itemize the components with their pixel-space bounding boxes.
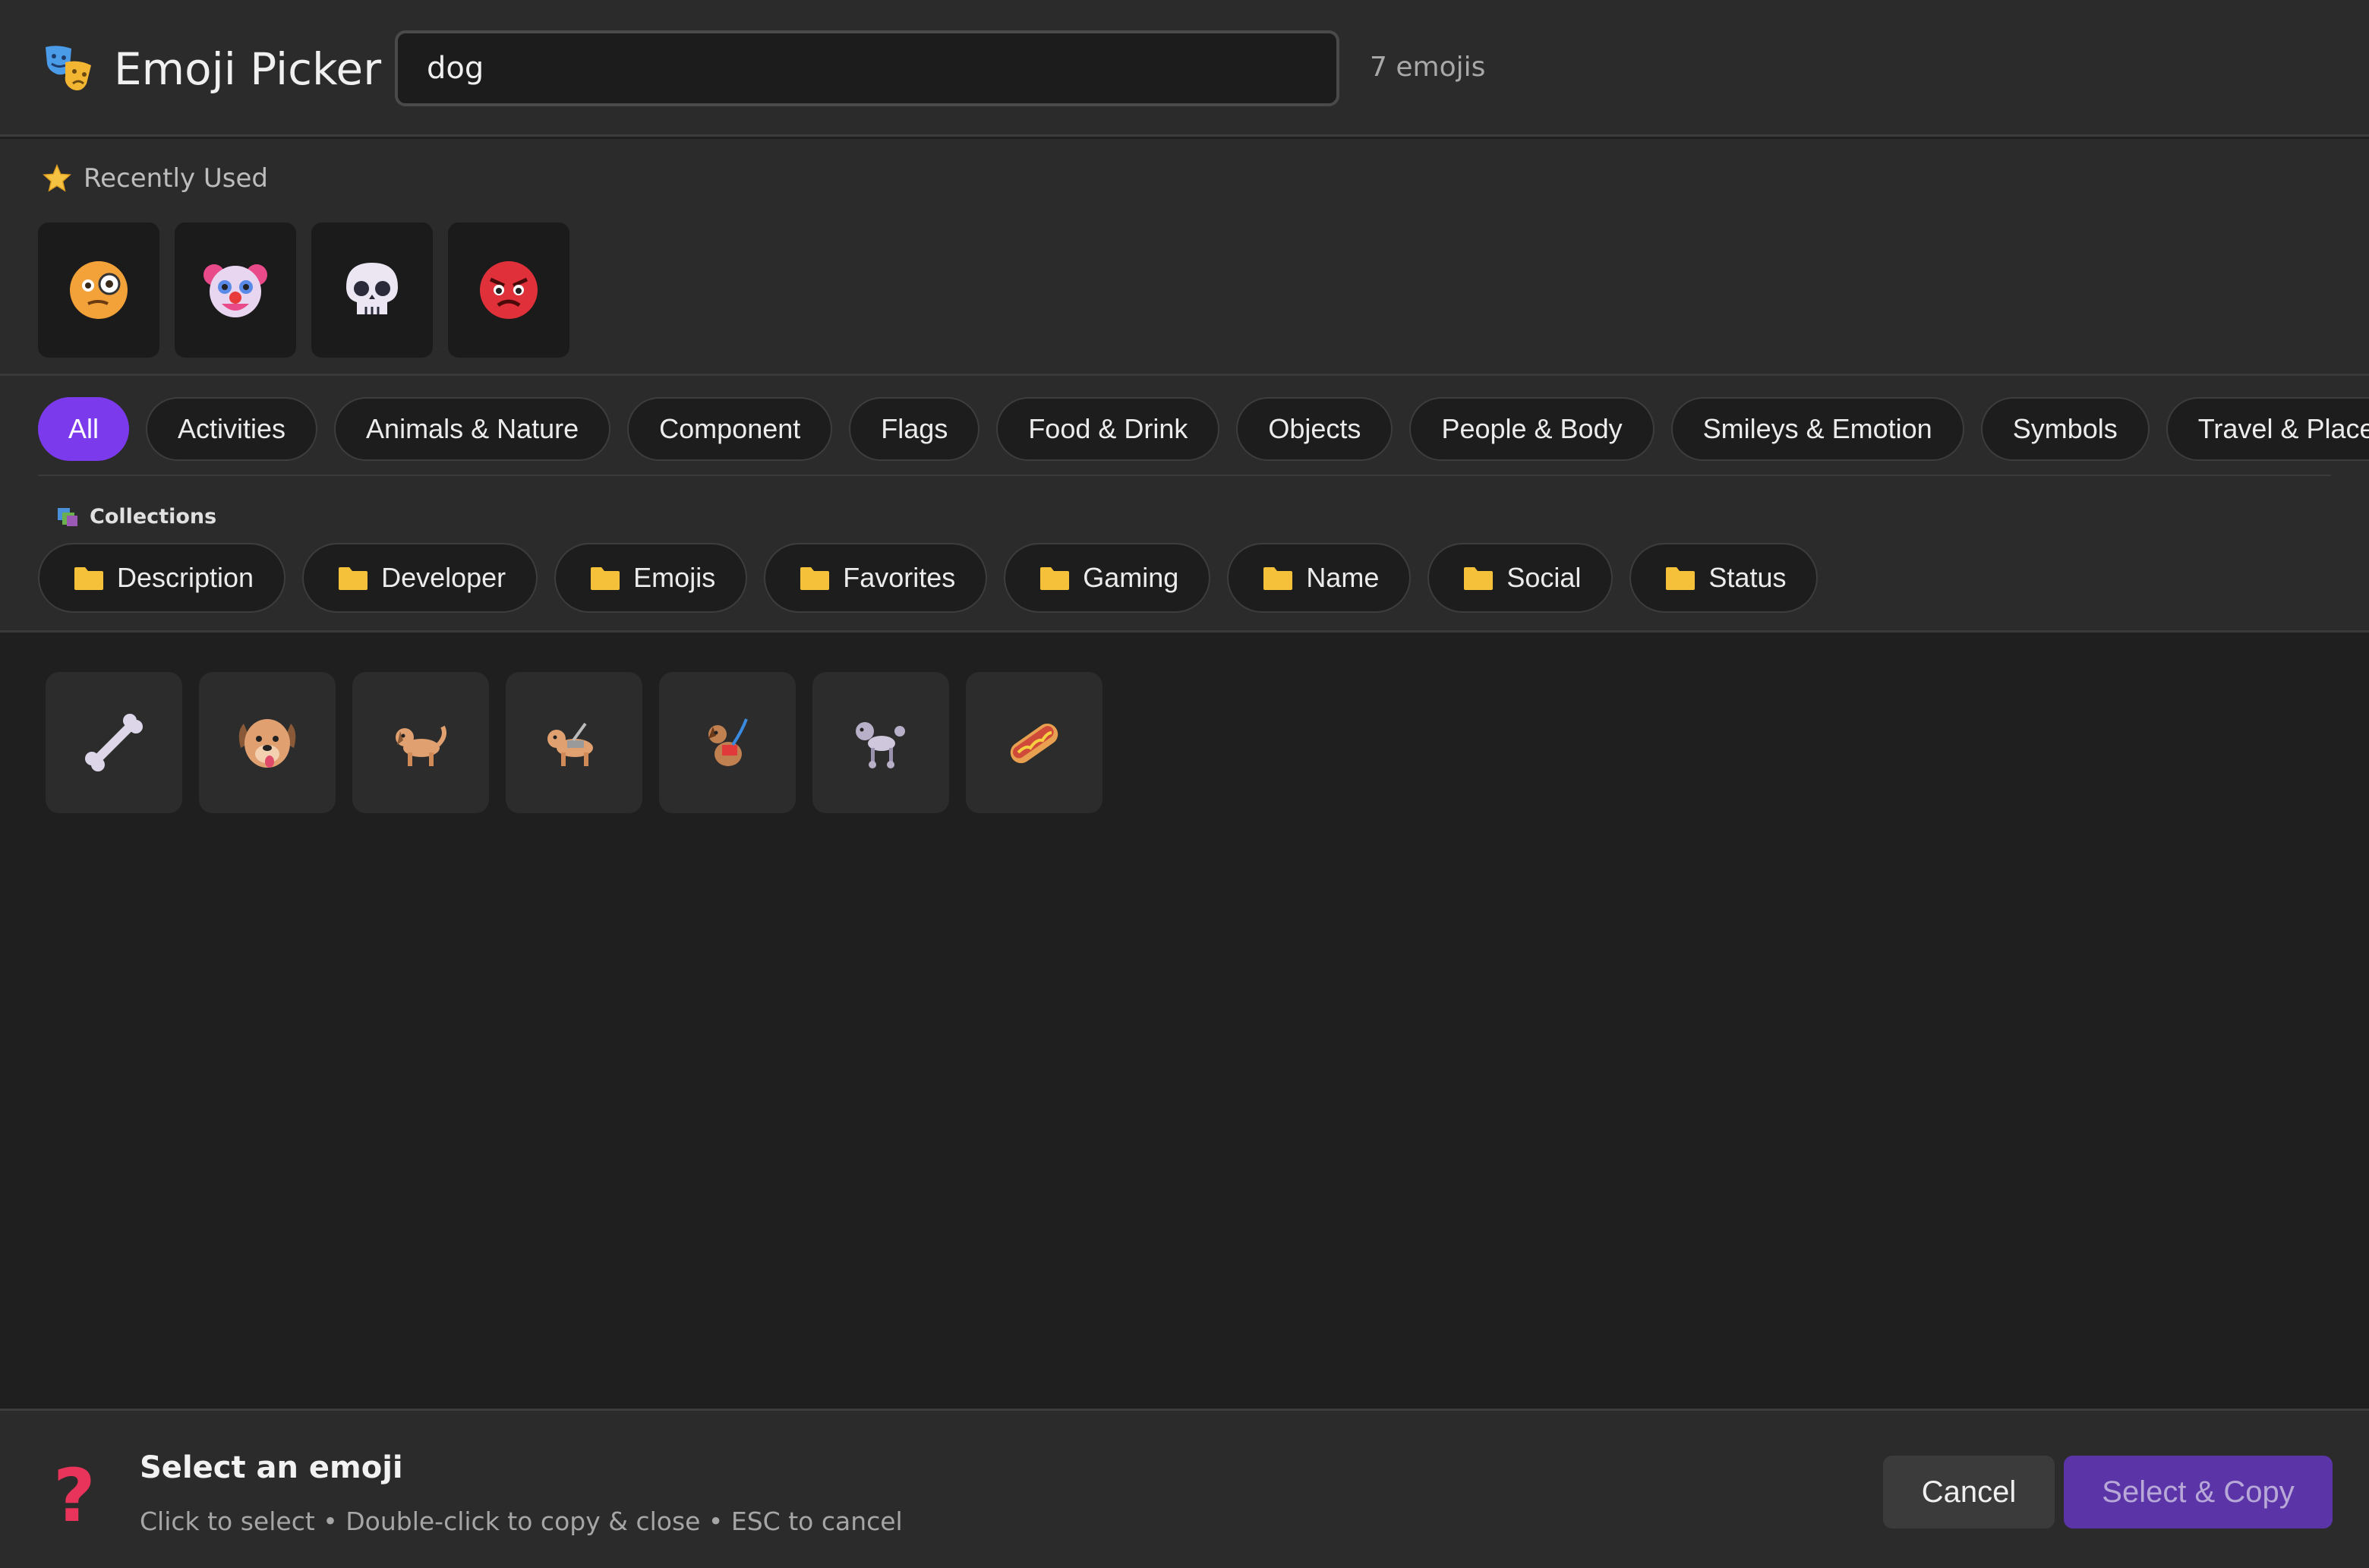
- category-tab-symbols[interactable]: Symbols: [1980, 397, 2150, 461]
- app-title: Emoji Picker: [114, 43, 382, 95]
- collections-section: Collections Description Developer Emojis…: [0, 481, 2369, 633]
- emoji-tile-poodle[interactable]: [812, 672, 949, 813]
- collection-developer[interactable]: Developer: [302, 543, 538, 613]
- recent-emoji-tile[interactable]: [448, 222, 569, 358]
- service-dog-icon: [708, 718, 748, 766]
- collection-status[interactable]: Status: [1629, 543, 1819, 613]
- bone-icon: [85, 714, 143, 771]
- guide-dog-icon: [547, 722, 593, 766]
- emoji-tile-service-dog[interactable]: [659, 672, 796, 813]
- collection-label: Status: [1708, 562, 1787, 593]
- collection-favorites[interactable]: Favorites: [764, 543, 988, 613]
- cancel-button[interactable]: Cancel: [1883, 1456, 2055, 1529]
- collection-chips: Description Developer Emojis Favorites G…: [38, 543, 1819, 613]
- category-tab-activities[interactable]: Activities: [146, 397, 318, 461]
- folder-icon: [800, 567, 830, 590]
- performing-arts-icon: [46, 46, 91, 90]
- category-tab-flags[interactable]: Flags: [849, 397, 980, 461]
- folder-icon: [1040, 567, 1070, 590]
- question-mark-icon: ?: [53, 1453, 96, 1538]
- recent-emoji-tile[interactable]: [175, 222, 296, 358]
- recently-used-label: Recently Used: [84, 163, 268, 194]
- search-input[interactable]: [395, 30, 1339, 106]
- selection-hint: Click to select • Double-click to copy &…: [140, 1506, 903, 1536]
- face-with-monocle-icon: [70, 261, 128, 319]
- recent-emoji-tile[interactable]: [311, 222, 433, 358]
- collection-emojis[interactable]: Emojis: [554, 543, 748, 613]
- clown-face-icon: [203, 264, 267, 317]
- recent-emoji-row: [38, 222, 569, 358]
- category-bar: All Activities Animals & Nature Componen…: [0, 376, 2369, 481]
- collection-label: Gaming: [1083, 562, 1179, 593]
- dog-face-icon: [238, 719, 296, 768]
- collection-label: Name: [1306, 562, 1380, 593]
- recently-used-heading: Recently Used: [43, 163, 268, 194]
- collection-gaming[interactable]: Gaming: [1004, 543, 1211, 613]
- folder-icon: [74, 567, 103, 590]
- collection-label: Social: [1506, 562, 1582, 593]
- result-count: 7 emojis: [1370, 52, 1486, 83]
- category-tab-food-drink[interactable]: Food & Drink: [996, 397, 1220, 461]
- collection-label: Developer: [381, 562, 506, 593]
- collection-description[interactable]: Description: [38, 543, 286, 613]
- footer: ? Select an emoji Click to select • Doub…: [0, 1409, 2369, 1568]
- category-tab-animals-nature[interactable]: Animals & Nature: [334, 397, 611, 461]
- category-tab-objects[interactable]: Objects: [1236, 397, 1393, 461]
- collection-social[interactable]: Social: [1427, 543, 1614, 613]
- collection-label: Emojis: [633, 562, 716, 593]
- divider: [38, 475, 2331, 476]
- collection-label: Favorites: [843, 562, 956, 593]
- emoji-tile-dog-face[interactable]: [199, 672, 336, 813]
- selection-title: Select an emoji: [140, 1450, 403, 1485]
- star-icon: [43, 164, 71, 192]
- emoji-tile-guide-dog[interactable]: [506, 672, 642, 813]
- category-tab-smileys-emotion[interactable]: Smileys & Emotion: [1670, 397, 1964, 461]
- category-tab-component[interactable]: Component: [627, 397, 833, 461]
- folder-icon: [1263, 567, 1293, 590]
- category-tab-all[interactable]: All: [38, 397, 130, 461]
- folder-icon: [1464, 567, 1494, 590]
- collection-name[interactable]: Name: [1227, 543, 1412, 613]
- emoji-tile-bone[interactable]: [46, 672, 182, 813]
- dog-icon: [396, 725, 446, 766]
- skull-icon: [346, 263, 398, 314]
- category-tabs: All Activities Animals & Nature Componen…: [38, 397, 2369, 461]
- recently-used-section: Recently Used: [0, 139, 2369, 376]
- folder-icon: [339, 567, 368, 590]
- collection-label: Description: [117, 562, 254, 593]
- header: Emoji Picker 7 emojis: [0, 0, 2369, 137]
- angry-face-icon: [480, 261, 538, 319]
- folder-icon: [1666, 567, 1696, 590]
- emoji-tile-hot-dog[interactable]: [966, 672, 1102, 813]
- emoji-tile-dog[interactable]: [352, 672, 489, 813]
- collections-label: Collections: [90, 505, 217, 528]
- collections-icon: [58, 507, 77, 526]
- category-tab-travel-places[interactable]: Travel & Places: [2166, 397, 2369, 461]
- category-tab-people-body[interactable]: People & Body: [1409, 397, 1655, 461]
- collections-heading: Collections: [56, 505, 216, 528]
- select-copy-button[interactable]: Select & Copy: [2064, 1456, 2333, 1529]
- poodle-icon: [856, 722, 905, 768]
- hot-dog-icon: [1010, 723, 1058, 764]
- recent-emoji-tile[interactable]: [38, 222, 159, 358]
- emoji-results-grid: [46, 672, 1102, 813]
- folder-icon: [591, 567, 620, 590]
